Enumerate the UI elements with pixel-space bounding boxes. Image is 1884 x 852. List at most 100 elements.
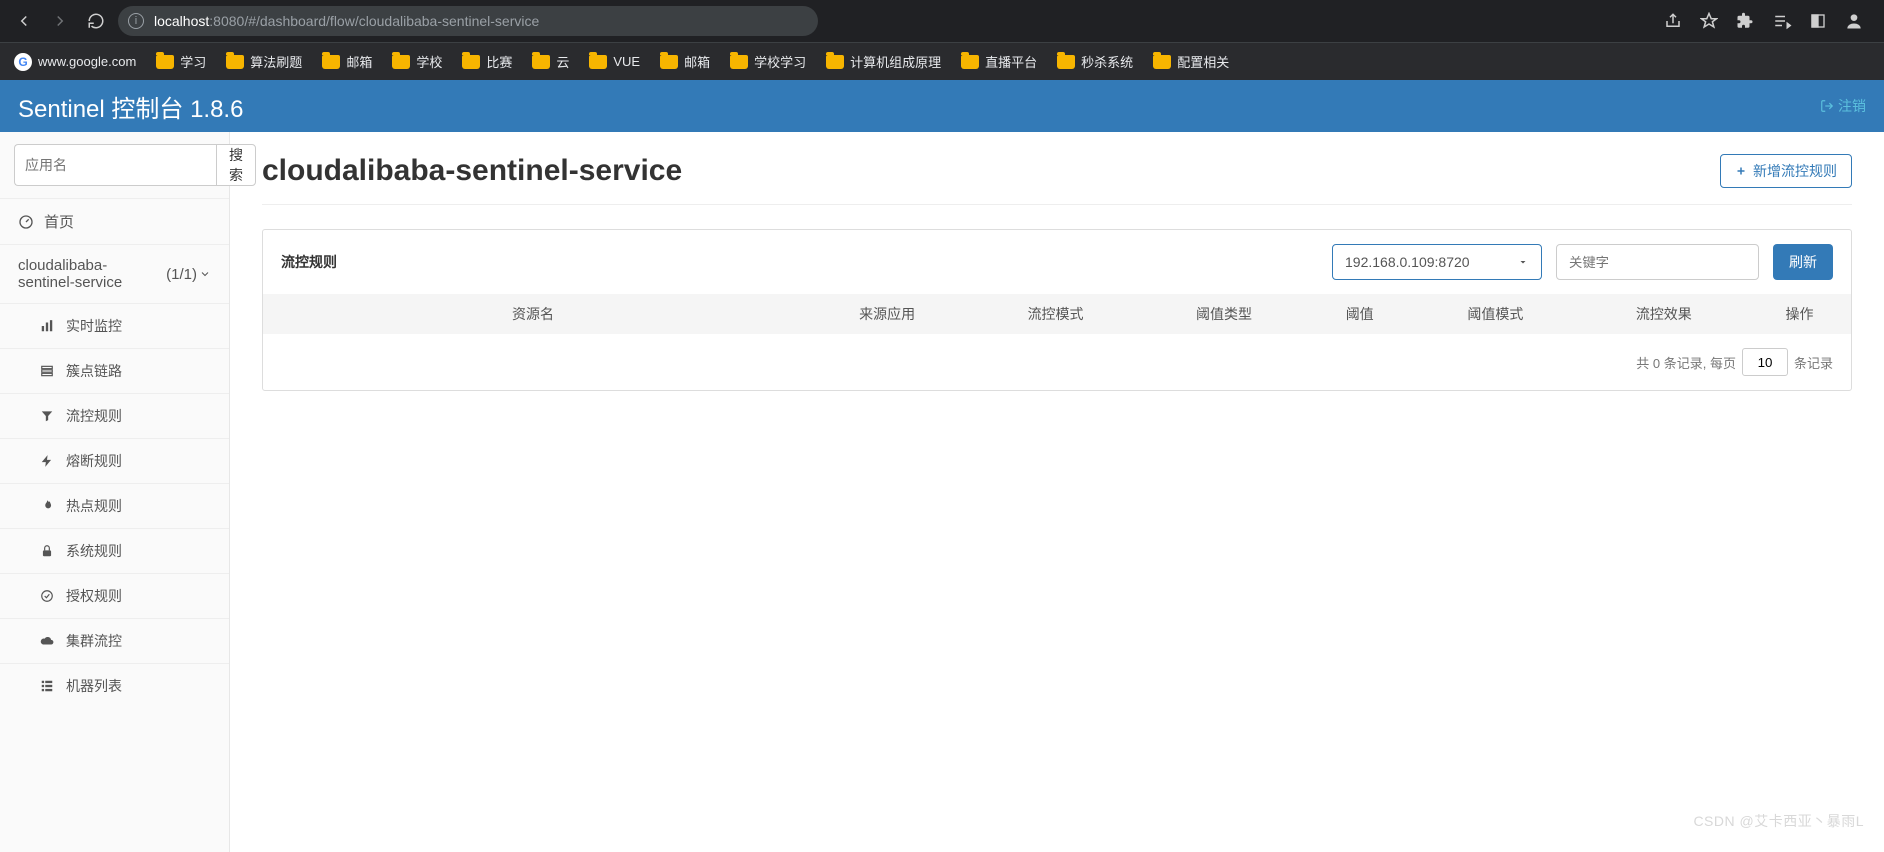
folder-icon xyxy=(532,55,550,69)
bookmark-google[interactable]: G www.google.com xyxy=(14,53,136,71)
bookmark-folder[interactable]: 配置相关 xyxy=(1153,52,1229,71)
folder-icon xyxy=(1057,55,1075,69)
bookmark-folder[interactable]: 秒杀系统 xyxy=(1057,52,1133,71)
sidebar-item-flow[interactable]: 流控规则 xyxy=(0,393,229,438)
bookmark-label: www.google.com xyxy=(38,54,136,69)
bookmark-label: VUE xyxy=(613,54,640,69)
panel-toolbar: 流控规则 192.168.0.109:8720 刷新 xyxy=(263,230,1851,294)
folder-icon xyxy=(462,55,480,69)
url-path: /#/dashboard/flow/cloudalibaba-sentinel-… xyxy=(244,13,539,29)
col-origin: 来源应用 xyxy=(803,294,971,334)
reload-icon[interactable] xyxy=(82,7,110,35)
sidebar-item-realtime[interactable]: 实时监控 xyxy=(0,303,229,348)
bookmark-label: 邮箱 xyxy=(346,52,372,71)
pager-prefix: 共 0 条记录, 每页 xyxy=(1636,353,1736,372)
dashboard-icon xyxy=(18,214,34,230)
forward-icon[interactable] xyxy=(46,7,74,35)
folder-icon xyxy=(1153,55,1171,69)
add-button-label: 新增流控规则 xyxy=(1753,161,1837,181)
bookmark-label: 学习 xyxy=(180,52,206,71)
bookmark-folder[interactable]: 学校学习 xyxy=(730,52,806,71)
google-icon: G xyxy=(14,53,32,71)
bookmark-folder[interactable]: 云 xyxy=(532,52,569,71)
sidebar-item-label: 集群流控 xyxy=(66,631,122,651)
star-icon[interactable] xyxy=(1700,12,1718,30)
bookmark-folder[interactable]: 算法刷题 xyxy=(226,52,302,71)
caret-down-icon xyxy=(1517,256,1529,268)
window-icon[interactable] xyxy=(1810,13,1826,29)
sidebar-item-label: 系统规则 xyxy=(66,541,122,561)
sidebar-item-machines[interactable]: 机器列表 xyxy=(0,663,229,708)
keyword-input[interactable] xyxy=(1556,244,1759,280)
share-icon[interactable] xyxy=(1664,12,1682,30)
bookmark-folder[interactable]: 学习 xyxy=(156,52,206,71)
sidebar-item-hotspot[interactable]: 热点规则 xyxy=(0,483,229,528)
sidebar-item-label: 簇点链路 xyxy=(66,361,122,381)
bookmark-label: 学校 xyxy=(416,52,442,71)
machine-select[interactable]: 192.168.0.109:8720 xyxy=(1332,244,1542,280)
bookmark-label: 秒杀系统 xyxy=(1081,52,1133,71)
sidebar-item-cluster-link[interactable]: 簇点链路 xyxy=(0,348,229,393)
folder-icon xyxy=(589,55,607,69)
folder-icon xyxy=(156,55,174,69)
bookmark-label: 学校学习 xyxy=(754,52,806,71)
sidebar-item-label: 流控规则 xyxy=(66,406,122,426)
filter-icon xyxy=(40,409,56,423)
col-effect: 流控效果 xyxy=(1580,294,1748,334)
app-header: Sentinel 控制台 1.8.6 注销 xyxy=(0,80,1884,132)
logout-label: 注销 xyxy=(1838,96,1866,116)
sidebar-item-system[interactable]: 系统规则 xyxy=(0,528,229,573)
bookmark-folder[interactable]: 学校 xyxy=(392,52,442,71)
bookmark-folder[interactable]: 邮箱 xyxy=(322,52,372,71)
url-text: localhost:8080/#/dashboard/flow/cloudali… xyxy=(154,13,539,29)
flow-rules-table: 资源名 来源应用 流控模式 阈值类型 阈值 阈值模式 流控效果 操作 xyxy=(263,294,1851,334)
chart-icon xyxy=(40,319,56,333)
sidebar-item-authority[interactable]: 授权规则 xyxy=(0,573,229,618)
machine-select-value: 192.168.0.109:8720 xyxy=(1345,254,1470,270)
site-info-icon[interactable]: i xyxy=(128,13,144,29)
fire-icon xyxy=(40,499,56,513)
sidebar-item-app[interactable]: cloudalibaba-sentinel-service (1/1) xyxy=(0,244,229,303)
folder-icon xyxy=(660,55,678,69)
browser-right-controls xyxy=(1664,11,1874,31)
folder-icon xyxy=(961,55,979,69)
folder-icon xyxy=(226,55,244,69)
refresh-button[interactable]: 刷新 xyxy=(1773,244,1833,280)
sidebar-item-home[interactable]: 首页 xyxy=(0,198,229,244)
grid-icon xyxy=(40,679,56,693)
extensions-icon[interactable] xyxy=(1736,12,1754,30)
watermark: CSDN @艾卡西亚丶暴雨L xyxy=(1693,811,1864,831)
sidebar-search: 搜索 xyxy=(0,132,229,198)
sidebar: 搜索 首页 cloudalibaba-sentinel-service (1/1… xyxy=(0,132,230,852)
page-size-input[interactable] xyxy=(1742,348,1788,376)
sidebar-item-degrade[interactable]: 熔断规则 xyxy=(0,438,229,483)
profile-icon[interactable] xyxy=(1844,11,1864,31)
playlist-icon[interactable] xyxy=(1772,12,1792,30)
panel-title: 流控规则 xyxy=(281,252,337,272)
bookmark-folder[interactable]: VUE xyxy=(589,54,640,69)
logout-link[interactable]: 注销 xyxy=(1820,96,1866,116)
page-header: cloudalibaba-sentinel-service 新增流控规则 xyxy=(262,154,1852,205)
bookmark-label: 比赛 xyxy=(486,52,512,71)
bookmark-folder[interactable]: 直播平台 xyxy=(961,52,1037,71)
col-mode: 流控模式 xyxy=(971,294,1139,334)
sidebar-item-label: 实时监控 xyxy=(66,316,122,336)
col-threshold: 阈值 xyxy=(1308,294,1411,334)
url-port: :8080 xyxy=(209,13,244,29)
address-bar[interactable]: i localhost:8080/#/dashboard/flow/clouda… xyxy=(118,6,818,36)
sidebar-app-name: cloudalibaba-sentinel-service xyxy=(18,257,156,291)
back-icon[interactable] xyxy=(10,7,38,35)
sidebar-item-label: 热点规则 xyxy=(66,496,122,516)
chevron-down-icon xyxy=(199,268,211,280)
add-flow-rule-button[interactable]: 新增流控规则 xyxy=(1720,154,1852,188)
check-icon xyxy=(40,589,56,603)
bookmark-folder[interactable]: 计算机组成原理 xyxy=(826,52,941,71)
bookmark-folder[interactable]: 邮箱 xyxy=(660,52,710,71)
main-content: cloudalibaba-sentinel-service 新增流控规则 流控规… xyxy=(230,132,1884,852)
app-title: Sentinel 控制台 1.8.6 xyxy=(18,89,243,124)
pagination: 共 0 条记录, 每页 条记录 xyxy=(263,334,1851,390)
app-search-input[interactable] xyxy=(14,144,216,186)
col-threshold-type: 阈值类型 xyxy=(1140,294,1308,334)
sidebar-item-cluster-flow[interactable]: 集群流控 xyxy=(0,618,229,663)
bookmark-folder[interactable]: 比赛 xyxy=(462,52,512,71)
